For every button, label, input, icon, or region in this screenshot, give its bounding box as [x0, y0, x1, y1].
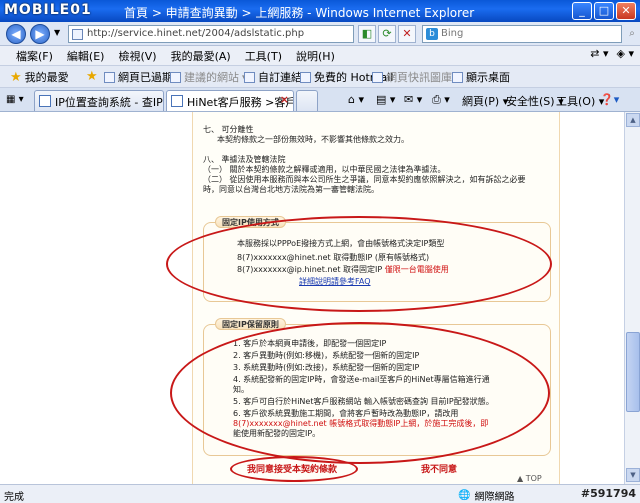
zone-label: 網際網路 — [474, 492, 515, 503]
page-icon — [39, 95, 51, 107]
menu-view[interactable]: 檢視(V) — [118, 48, 156, 64]
safety-menu[interactable]: 安全性(S) ▾ — [506, 93, 564, 109]
refresh-icon[interactable]: ⟳ — [378, 25, 396, 43]
fav-link-label: 顯示桌面 — [466, 71, 510, 84]
watermark: #591794 — [580, 487, 636, 500]
menu-help[interactable]: 說明(H) — [296, 48, 335, 64]
top-link[interactable]: ▲ TOP — [517, 474, 542, 483]
clause-8-line: 時，同意以台灣台北地方法院為第一審管轄法院。 — [203, 185, 379, 194]
tab-label: HiNet客戶服務 >客戶服... — [187, 96, 294, 109]
page-icon — [170, 71, 181, 83]
favorites-bar: ★ 我的最愛 ★ 網頁已過期 建議的網站 ▾ 自訂連結 免費的 Hotmail … — [0, 66, 640, 88]
compatibility-icon[interactable]: ◧ — [358, 25, 376, 43]
scroll-up-icon[interactable]: ▲ — [626, 113, 640, 127]
close-button[interactable]: ✕ — [616, 2, 636, 20]
close-tab-icon[interactable]: × — [280, 93, 289, 106]
stop-icon[interactable]: ✕ — [398, 25, 416, 43]
page-menu-label: 網頁(P) — [462, 95, 500, 108]
title-bar: MOBILE01 首頁 > 申請查詢異動 > 上網服務 - Windows In… — [0, 0, 640, 22]
print-icon[interactable]: ⎙ ▾ — [432, 93, 450, 107]
tools-menu[interactable]: 工具(O) ▾ — [556, 93, 604, 109]
page-icon — [171, 95, 183, 107]
fixed-ip-retention-label: 固定IP保留原則 — [215, 318, 286, 330]
favorites-label: 我的最愛 — [24, 71, 69, 84]
quick-tabs-icon[interactable]: ▦ ▾ — [6, 94, 24, 105]
page-icon — [72, 29, 83, 40]
disagree-button[interactable]: 我不同意 — [421, 462, 457, 475]
maximize-button[interactable]: □ — [594, 2, 614, 20]
tab-bar: ▦ ▾ IP位置查詢系統 - 查IP位置... HiNet客戶服務 >客戶服..… — [0, 88, 640, 112]
scrollbar-thumb[interactable] — [626, 332, 640, 412]
page-icon — [244, 71, 255, 83]
status-bar: 完成 🌐 網際網路 #591794 — [0, 484, 640, 503]
page-menu[interactable]: 網頁(P) ▾ — [462, 93, 508, 109]
add-favorite-icon[interactable]: ★ — [86, 69, 98, 84]
fav-link-desktop[interactable]: 顯示桌面 — [452, 69, 510, 85]
globe-icon: 🌐 — [458, 490, 471, 501]
feeds-icon[interactable]: ▤ ▾ — [376, 93, 395, 106]
fav-link-label: 網頁快訊圖庫 — [386, 71, 452, 84]
security-zone[interactable]: 🌐 網際網路 — [458, 488, 514, 503]
back-button[interactable]: ◀ — [6, 24, 26, 44]
tab-ip-lookup[interactable]: IP位置查詢系統 - 查IP位置... — [34, 90, 164, 111]
fav-link-label: 網頁已過期 — [118, 71, 173, 84]
status-text: 完成 — [4, 492, 24, 503]
addon-icon[interactable]: ◈ ▾ — [617, 47, 634, 60]
menu-file[interactable]: 檔案(F) — [16, 48, 53, 64]
translate-icon[interactable]: ⇄ ▾ — [590, 47, 608, 60]
url-field[interactable]: http://service.hinet.net/2004/adslstatic… — [68, 25, 354, 43]
fav-link-label: 自訂連結 — [258, 71, 302, 84]
clause-7-body: 本契約條款之一部份無效時，不影響其他條款之效力。 — [217, 135, 409, 144]
fav-link-expired[interactable]: 網頁已過期 — [104, 69, 173, 85]
tools-menu-label: 工具(O) — [556, 95, 596, 108]
menu-edit[interactable]: 編輯(E) — [67, 48, 105, 64]
desktop-icon — [452, 71, 463, 83]
fav-link-custom[interactable]: 自訂連結 — [244, 69, 302, 85]
scroll-down-icon[interactable]: ▼ — [626, 468, 640, 482]
window-title: 首頁 > 申請查詢異動 > 上網服務 - Windows Internet Ex… — [124, 6, 475, 20]
page-icon — [300, 71, 311, 83]
annotation-circle — [166, 216, 552, 312]
tab-label: IP位置查詢系統 - 查IP位置... — [55, 96, 163, 109]
fav-link-webslice[interactable]: 網頁快訊圖庫 ▾ — [372, 69, 461, 85]
history-dropdown-icon[interactable]: ▼ — [54, 28, 60, 37]
page-icon — [372, 71, 383, 83]
search-input[interactable]: b Bing ⌕ — [422, 25, 635, 43]
annotation-circle — [170, 322, 550, 464]
web-content: 七、 可分離性 本契約條款之一部份無效時，不影響其他條款之效力。 八、 準據法及… — [0, 112, 624, 484]
help-icon[interactable]: ❓▾ — [600, 93, 619, 106]
mail-icon[interactable]: ✉ ▾ — [404, 93, 422, 106]
annotation-circle — [230, 456, 358, 482]
menu-tools[interactable]: 工具(T) — [245, 48, 282, 64]
search-icon[interactable]: ⌕ — [623, 25, 640, 43]
new-tab-button[interactable] — [296, 90, 318, 111]
url-text: http://service.hinet.net/2004/adslstatic… — [87, 28, 305, 39]
bing-icon: b — [426, 28, 438, 40]
favorites-button[interactable]: ★ 我的最愛 — [10, 69, 69, 85]
address-bar: ◀ ▶ ▼ http://service.hinet.net/2004/adsl… — [0, 22, 640, 46]
favorites-star-icon: ★ — [10, 69, 22, 85]
site-logo: MOBILE01 — [4, 2, 92, 18]
window-controls: _ □ ✕ — [572, 2, 636, 20]
fav-link-label: 建議的網站 — [184, 71, 239, 84]
minimize-button[interactable]: _ — [572, 2, 592, 20]
menu-favorites[interactable]: 我的最愛(A) — [171, 48, 231, 64]
menu-bar: 檔案(F) 編輯(E) 檢視(V) 我的最愛(A) 工具(T) 說明(H) ⇄ … — [0, 46, 640, 66]
search-placeholder: Bing — [441, 28, 464, 39]
fav-link-suggested[interactable]: 建議的網站 ▾ — [170, 69, 248, 85]
page-icon — [104, 71, 115, 83]
vertical-scrollbar[interactable]: ▲ ▼ — [624, 112, 640, 484]
safety-menu-label: 安全性(S) — [506, 95, 555, 108]
tab-hinet-service[interactable]: HiNet客戶服務 >客戶服... × — [166, 90, 294, 111]
home-icon[interactable]: ⌂ ▾ — [348, 93, 364, 106]
forward-button[interactable]: ▶ — [30, 24, 50, 44]
